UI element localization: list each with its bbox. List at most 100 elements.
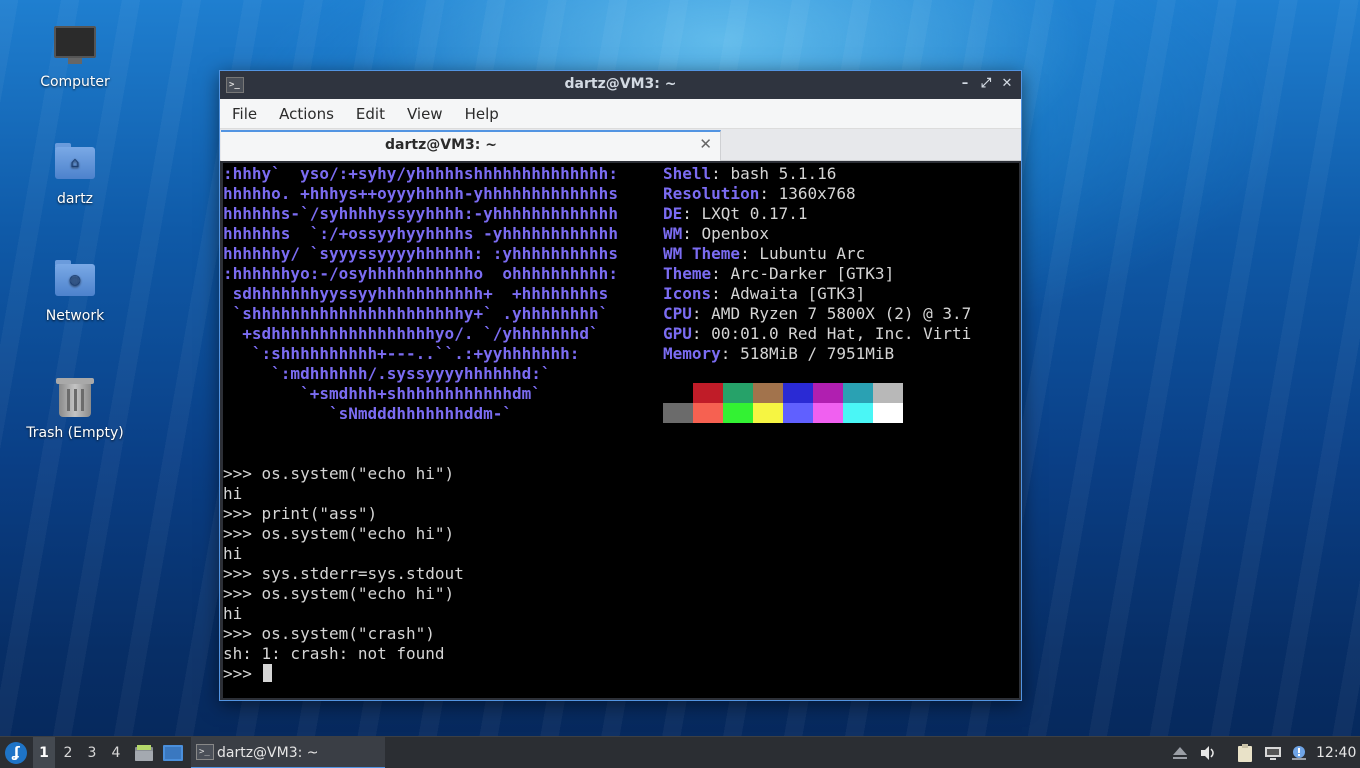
console-prompt-line[interactable]: >>>	[223, 664, 464, 684]
logo-line: +sdhhhhhhhhhhhhhhhhhyo/. `/yhhhhhhhd`	[223, 324, 599, 343]
info-key: WM	[663, 224, 683, 243]
logo-line: :hhhhhhyo:-/osyhhhhhhhhhhho ohhhhhhhhhh:	[223, 264, 618, 283]
volume-icon[interactable]	[1199, 745, 1217, 761]
logo-line: `sNmdddhhhhhhhddm-`	[223, 404, 512, 423]
info-value: Openbox	[701, 224, 769, 243]
logo-line: hhhhhhy/ `syyyssyyyyhhhhhh: :yhhhhhhhhhh…	[223, 244, 618, 263]
info-value: Lubuntu Arc	[759, 244, 866, 263]
network-icon[interactable]	[1264, 745, 1282, 761]
workspace-2[interactable]: 2	[57, 737, 79, 768]
color-swatch	[843, 383, 873, 403]
info-value: AMD Ryzen 7 5800X (2) @ 3.7	[711, 304, 972, 323]
eject-icon[interactable]	[1171, 745, 1189, 761]
info-line: WM Theme: Lubuntu Arc	[663, 244, 971, 264]
info-line: CPU: AMD Ryzen 7 5800X (2) @ 3.7	[663, 304, 971, 324]
console-line: >>> print("ass")	[223, 504, 378, 523]
clipboard-icon[interactable]	[1236, 743, 1254, 763]
info-separator: :	[691, 304, 712, 323]
color-swatch	[783, 403, 813, 423]
workspace-1[interactable]: 1	[33, 737, 55, 768]
info-separator: :	[740, 244, 760, 263]
tab-label: dartz@VM3: ~	[385, 137, 497, 153]
color-swatch	[723, 383, 753, 403]
info-separator: :	[711, 264, 731, 283]
info-value: 518MiB / 7951MiB	[740, 344, 895, 363]
info-value: 1360x768	[778, 184, 856, 203]
info-value: 00:01.0 Red Hat, Inc. Virti	[711, 324, 972, 343]
window-titlebar[interactable]: >_ dartz@VM3: ~ – ⤢ ✕	[220, 71, 1021, 99]
update-notifier-icon[interactable]	[1290, 745, 1308, 761]
color-swatch	[813, 383, 843, 403]
taskbar-task-terminal[interactable]: >_ dartz@VM3: ~	[191, 737, 385, 768]
info-key: WM Theme	[663, 244, 741, 263]
logo-line: `:mdhhhhhh/.syssyyyyhhhhhhd:`	[223, 364, 551, 383]
desktop-icon-label: dartz	[56, 191, 94, 207]
color-swatch	[843, 403, 873, 423]
menu-file[interactable]: File	[224, 105, 265, 123]
info-separator: :	[691, 324, 712, 343]
info-key: Resolution	[663, 184, 760, 203]
console-prompt: >>>	[223, 664, 262, 683]
menu-help[interactable]: Help	[457, 105, 507, 123]
workspace-3[interactable]: 3	[81, 737, 103, 768]
logo-line: hhhhhhs-`/syhhhhyssyyhhhh:-yhhhhhhhhhhhh…	[223, 204, 618, 223]
logo-line: sdhhhhhhhyyssyyhhhhhhhhhhh+ +hhhhhhhhs	[223, 284, 609, 303]
terminal-output[interactable]: :hhhy` yso/:+syhy/yhhhhhshhhhhhhhhhhhhh:…	[223, 163, 1019, 698]
console-line: hi	[223, 604, 243, 623]
neofetch-system-info: Shell: bash 5.1.16 Resolution: 1360x768 DE…	[663, 164, 971, 364]
desktop-icon-trash[interactable]: Trash (Empty)	[15, 375, 135, 441]
info-line: Theme: Arc-Darker [GTK3]	[663, 264, 971, 284]
menu-actions[interactable]: Actions	[271, 105, 342, 123]
menu-view[interactable]: View	[399, 105, 451, 123]
terminal-window: >_ dartz@VM3: ~ – ⤢ ✕ File Actions Edit …	[219, 70, 1022, 701]
color-swatch	[813, 403, 843, 423]
desktop-icon-network[interactable]: ◍ Network	[15, 258, 135, 324]
info-separator: :	[711, 284, 731, 303]
console-line: hi	[223, 544, 243, 563]
desktop-icon-home[interactable]: ⌂ dartz	[15, 141, 135, 207]
info-line: Memory: 518MiB / 7951MiB	[663, 344, 971, 364]
lubuntu-menu-icon[interactable]: ʆ	[5, 742, 27, 764]
python-console: >>> os.system("echo hi") hi >>> print("ass…	[223, 464, 464, 684]
tab-terminal[interactable]: dartz@VM3: ~ ✕	[221, 130, 721, 161]
color-swatch	[753, 403, 783, 423]
show-desktop-icon[interactable]	[163, 745, 183, 761]
info-separator: :	[682, 224, 702, 243]
console-line: hi	[223, 484, 243, 503]
info-line: Shell: bash 5.1.16	[663, 164, 971, 184]
console-line: >>> os.system("echo hi")	[223, 464, 455, 483]
logo-line: hhhhho. +hhhys++oyyyhhhhh-yhhhhhhhhhhhhh…	[223, 184, 618, 203]
color-swatch	[873, 403, 903, 423]
desktop-icon-computer[interactable]: Computer	[15, 24, 135, 90]
console-line: >>> os.system("crash")	[223, 624, 435, 643]
color-swatch	[693, 403, 723, 423]
window-title: dartz@VM3: ~	[564, 76, 677, 92]
terminal-task-icon: >_	[196, 744, 214, 760]
maximize-button[interactable]: ⤢	[978, 76, 994, 92]
home-folder-icon: ⌂	[53, 141, 97, 185]
logo-line: `+smdhhh+shhhhhhhhhhhhdm`	[223, 384, 541, 403]
trash-icon	[53, 375, 97, 419]
color-swatch	[663, 403, 693, 423]
menu-edit[interactable]: Edit	[348, 105, 393, 123]
info-separator: :	[711, 164, 731, 183]
logo-line: `shhhhhhhhhhhhhhhhhhhhhhy+` .yhhhhhhhh`	[223, 304, 609, 323]
info-key: Icons	[663, 284, 712, 303]
info-value: Adwaita [GTK3]	[730, 284, 866, 303]
workspace-4[interactable]: 4	[105, 737, 127, 768]
info-value: Arc-Darker [GTK3]	[730, 264, 895, 283]
info-separator: :	[720, 344, 741, 363]
console-line: >>> os.system("echo hi")	[223, 584, 455, 603]
menu-bar: File Actions Edit View Help	[220, 99, 1021, 129]
file-manager-icon[interactable]	[134, 744, 154, 762]
color-swatch	[783, 383, 813, 403]
computer-icon	[53, 24, 97, 68]
logo-line: :hhhy` yso/:+syhy/yhhhhhshhhhhhhhhhhhhh:	[223, 164, 618, 183]
info-key: GPU	[663, 324, 692, 343]
network-folder-icon: ◍	[53, 258, 97, 302]
close-button[interactable]: ✕	[999, 76, 1015, 92]
info-separator: :	[759, 184, 779, 203]
info-value: bash 5.1.16	[730, 164, 837, 183]
tab-close-icon[interactable]: ✕	[699, 135, 712, 153]
minimize-button[interactable]: –	[957, 76, 973, 92]
